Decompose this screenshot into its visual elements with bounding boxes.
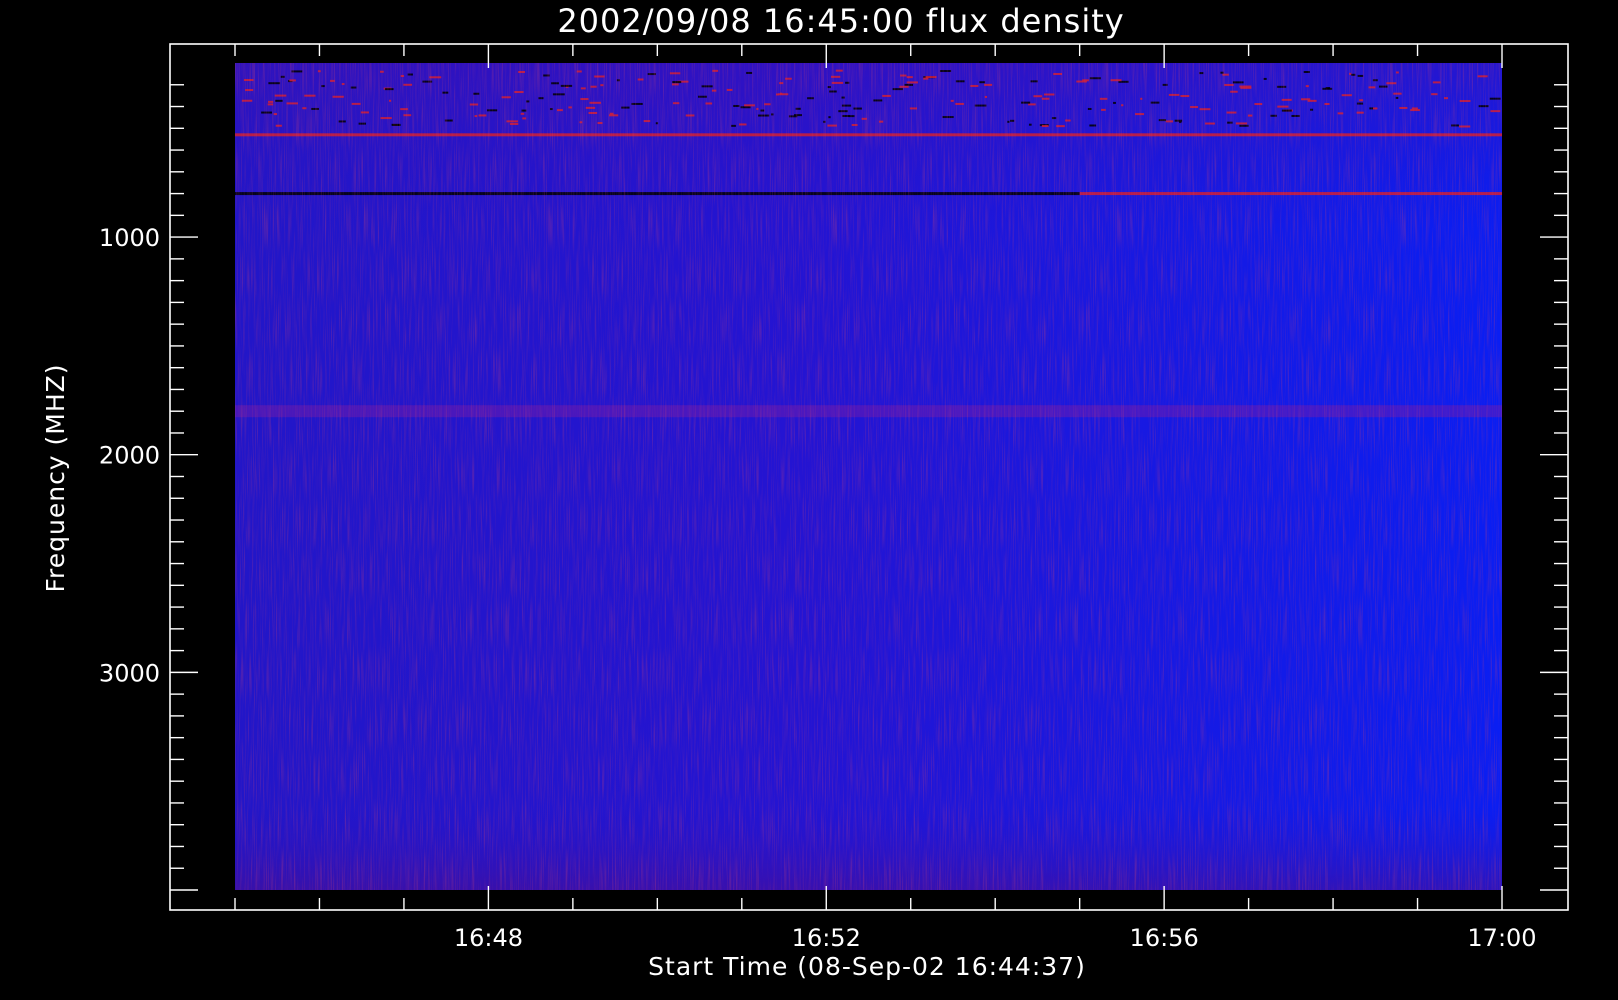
- spectrogram-heatmap: [235, 63, 1502, 890]
- flux-density-chart: 2002/09/08 16:45:00 flux density 1000 200…: [41, 2, 1569, 981]
- spectrogram-page: 2002/09/08 16:45:00 flux density 1000 200…: [0, 0, 1618, 1000]
- x-tick-label: 16:52: [792, 924, 861, 952]
- y-tick-label: 3000: [99, 659, 160, 687]
- y-axis-label: Frequency (MHZ): [41, 363, 70, 592]
- chart-title: 2002/09/08 16:45:00 flux density: [557, 2, 1124, 40]
- heatmap-noise: [235, 63, 1502, 890]
- x-tick-label: 16:56: [1130, 924, 1199, 952]
- x-tick-label: 17:00: [1467, 924, 1536, 952]
- y-tick-label: 2000: [99, 442, 160, 470]
- x-tick-label: 16:48: [454, 924, 523, 952]
- x-axis-label: Start Time (08-Sep-02 16:44:37): [648, 952, 1086, 981]
- y-tick-label: 1000: [99, 224, 160, 252]
